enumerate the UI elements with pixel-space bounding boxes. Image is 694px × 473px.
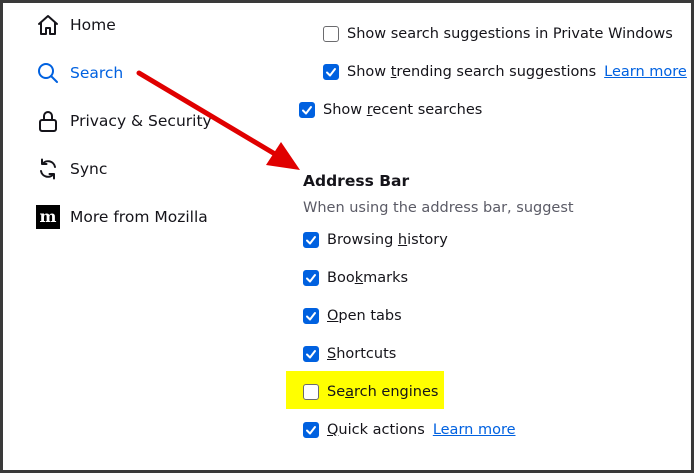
- learn-more-link[interactable]: Learn more: [604, 64, 687, 80]
- home-icon: [36, 13, 60, 37]
- section-description: When using the address bar, suggest: [303, 200, 574, 216]
- checkbox[interactable]: [303, 422, 319, 438]
- section-heading: Address Bar: [303, 172, 410, 190]
- sidebar-item-sync[interactable]: Sync: [36, 154, 107, 184]
- option-label: Show recent searches: [323, 102, 483, 118]
- sidebar-item-label: Privacy & Security: [70, 112, 212, 130]
- checkbox[interactable]: [323, 64, 339, 80]
- trending-suggestions-option[interactable]: Show trending search suggestions Learn m…: [323, 61, 687, 83]
- checkbox[interactable]: [303, 346, 319, 362]
- option-label: Show trending search suggestions: [347, 64, 597, 80]
- checkbox[interactable]: [303, 270, 319, 286]
- mozilla-icon: m: [36, 205, 60, 229]
- checkbox[interactable]: [303, 232, 319, 248]
- sidebar-item-label: Home: [70, 16, 116, 34]
- private-suggestions-option[interactable]: Show search suggestions in Private Windo…: [323, 23, 673, 45]
- learn-more-link[interactable]: Learn more: [433, 422, 516, 438]
- option-label: Quick actions: [327, 422, 425, 438]
- sidebar-item-search[interactable]: Search: [36, 58, 123, 88]
- bookmarks-option[interactable]: Bookmarks: [303, 267, 408, 289]
- option-label: Shortcuts: [327, 346, 397, 362]
- checkbox[interactable]: [299, 102, 315, 118]
- lock-icon: [36, 109, 60, 133]
- sync-icon: [36, 157, 60, 181]
- shortcuts-option[interactable]: Shortcuts: [303, 343, 396, 365]
- search-engines-option[interactable]: Search engines: [303, 381, 438, 403]
- sidebar-item-home[interactable]: Home: [36, 10, 116, 40]
- option-label: Search engines: [327, 384, 439, 400]
- open-tabs-option[interactable]: Open tabs: [303, 305, 402, 327]
- recent-searches-option[interactable]: Show recent searches: [299, 99, 482, 121]
- sidebar-item-more-from-mozilla[interactable]: m More from Mozilla: [36, 202, 208, 232]
- checkbox[interactable]: [303, 308, 319, 324]
- sidebar-item-label: Search: [70, 64, 124, 82]
- browsing-history-option[interactable]: Browsing history: [303, 229, 448, 251]
- option-label: Bookmarks: [327, 270, 409, 286]
- option-label: Browsing history: [327, 232, 448, 248]
- checkbox[interactable]: [323, 26, 339, 42]
- quick-actions-option[interactable]: Quick actions Learn more: [303, 419, 516, 441]
- search-icon: [36, 61, 60, 85]
- option-label: Open tabs: [327, 308, 402, 324]
- sidebar-item-privacy[interactable]: Privacy & Security: [36, 106, 212, 136]
- svg-text:m: m: [40, 207, 57, 226]
- checkbox[interactable]: [303, 384, 319, 400]
- sidebar-item-label: More from Mozilla: [70, 208, 208, 226]
- option-label: Show search suggestions in Private Windo…: [347, 26, 673, 42]
- sidebar-item-label: Sync: [70, 160, 108, 178]
